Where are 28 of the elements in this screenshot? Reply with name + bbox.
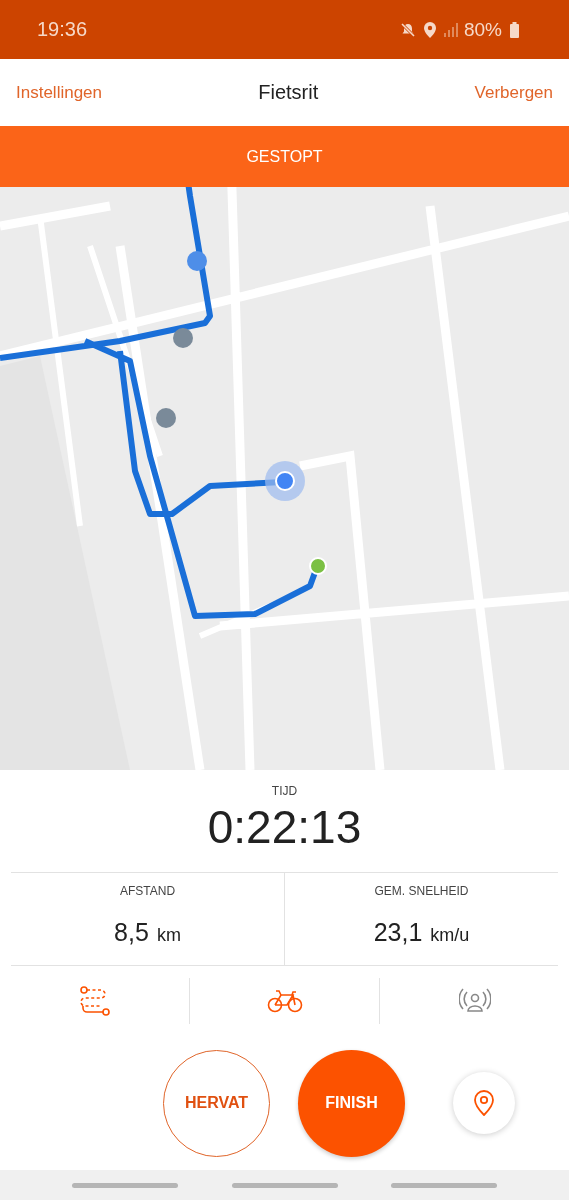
route-icon[interactable] <box>78 985 111 1017</box>
nav-handle[interactable] <box>72 1182 178 1188</box>
stat-unit: km/u <box>430 925 470 946</box>
screen-title: Fietsrit <box>258 81 319 104</box>
status-banner: GESTOPT <box>0 126 569 187</box>
location-icon <box>423 21 436 38</box>
stat-label: TIJD <box>271 784 298 798</box>
elapsed-time: 0:22:13 <box>207 800 362 854</box>
signal-icon <box>443 22 458 37</box>
hide-link[interactable]: Verbergen <box>474 82 553 103</box>
nav-handle[interactable] <box>231 1182 338 1188</box>
bike-icon[interactable] <box>266 989 303 1013</box>
mute-icon <box>399 21 416 38</box>
finish-button[interactable]: FINISH <box>298 1049 405 1157</box>
nav-handle[interactable] <box>391 1182 497 1188</box>
stat-value: 8,5 <box>114 918 149 947</box>
stat-unit: km <box>156 925 181 946</box>
settings-link[interactable]: Instellingen <box>16 82 102 103</box>
battery-icon <box>510 21 519 38</box>
pin-icon <box>473 1090 495 1116</box>
stat-label: AFSTAND <box>119 884 176 898</box>
battery-level: 80% <box>463 18 502 41</box>
stat-value: 23,1 <box>373 918 423 947</box>
beacon-icon[interactable] <box>458 987 491 1015</box>
resume-button[interactable]: HERVAT <box>163 1049 270 1157</box>
location-button[interactable] <box>453 1072 515 1134</box>
stat-label: GEM. SNELHEID <box>374 884 469 898</box>
clock: 19:36 <box>37 18 88 41</box>
